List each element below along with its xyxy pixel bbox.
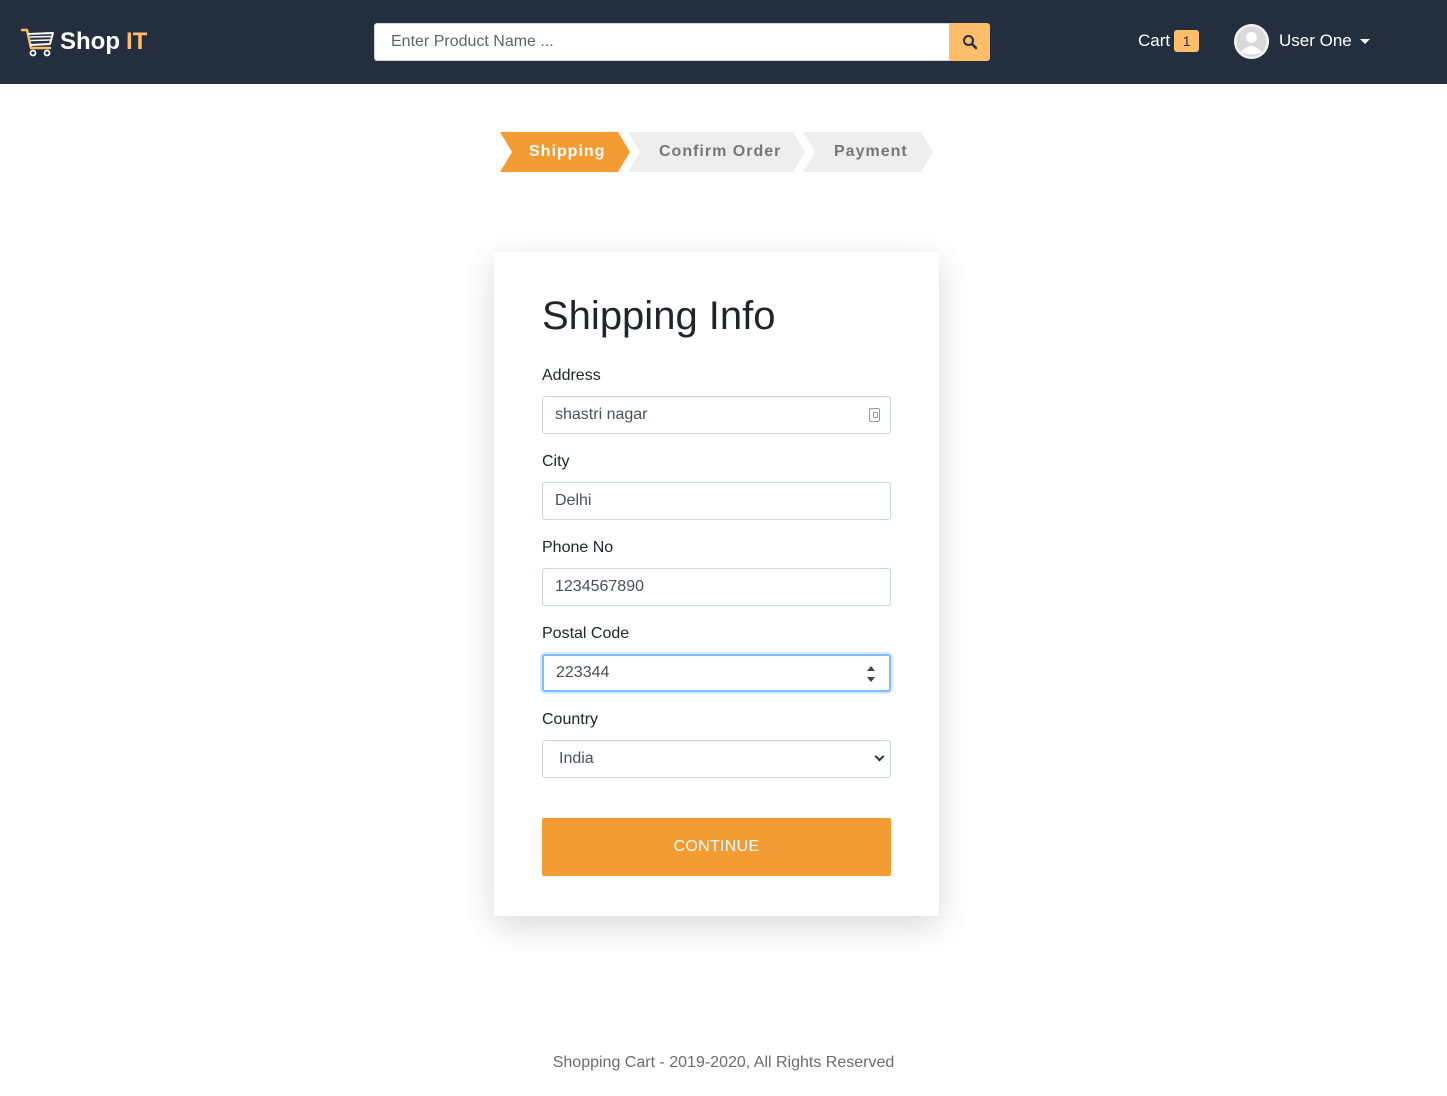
chevron-down-icon [1359, 38, 1370, 44]
postal-code-field[interactable]: 223344 [542, 654, 891, 692]
user-menu-dropdown[interactable]: User One [1234, 23, 1370, 59]
chevron-down-icon [874, 751, 885, 762]
step-payment[interactable]: Payment [803, 132, 933, 172]
cart-label: Cart [1138, 31, 1171, 50]
page-title: Shipping Info [542, 294, 776, 338]
step-confirm-order[interactable]: Confirm Order [628, 132, 805, 172]
address-field[interactable]: shastri nagar [542, 396, 891, 434]
postal-code-label: Postal Code [542, 625, 630, 642]
city-value: Delhi [555, 492, 592, 509]
phone-value: 1234567890 [555, 578, 644, 595]
footer-text: Shopping Cart - 2019-2020, All Rights Re… [552, 1054, 895, 1071]
phone-label: Phone No [542, 539, 614, 556]
country-label: Country [542, 711, 599, 728]
brand-name-shop: Shop [60, 28, 120, 55]
country-value: India [559, 750, 594, 767]
city-label: City [542, 453, 570, 470]
cart-count-badge: 1 [1174, 30, 1200, 52]
user-name: User One [1279, 31, 1352, 50]
avatar [1234, 23, 1269, 59]
search-icon [962, 35, 977, 50]
navbar: Shop IT Cart 1 User One [0, 0, 1447, 84]
cart-link[interactable]: Cart 1 [1138, 29, 1200, 53]
postal-code-value: 223344 [556, 664, 610, 681]
step-shipping[interactable]: Shipping [500, 132, 630, 172]
address-label: Address [542, 367, 601, 384]
search-button[interactable] [949, 23, 990, 61]
contact-card-icon[interactable] [869, 408, 880, 422]
step-confirm-order-label: Confirm Order [659, 143, 782, 160]
search-bar [374, 23, 990, 61]
shopping-cart-logo-icon [20, 28, 54, 57]
search-input[interactable] [374, 23, 949, 61]
continue-button[interactable]: CONTINUE [542, 818, 891, 876]
shipping-form-card: Shipping Info Address shastri nagar City… [494, 252, 939, 916]
brand-name-it: IT [126, 28, 148, 55]
brand-logo[interactable]: Shop IT [20, 22, 147, 62]
city-field[interactable]: Delhi [542, 482, 891, 520]
address-value: shastri nagar [555, 406, 648, 423]
country-select[interactable]: India [542, 740, 891, 778]
user-avatar-icon [1234, 23, 1269, 59]
number-spinner-icon[interactable] [867, 666, 875, 682]
phone-field[interactable]: 1234567890 [542, 568, 891, 606]
step-shipping-label: Shipping [529, 143, 606, 160]
step-payment-label: Payment [834, 143, 908, 160]
